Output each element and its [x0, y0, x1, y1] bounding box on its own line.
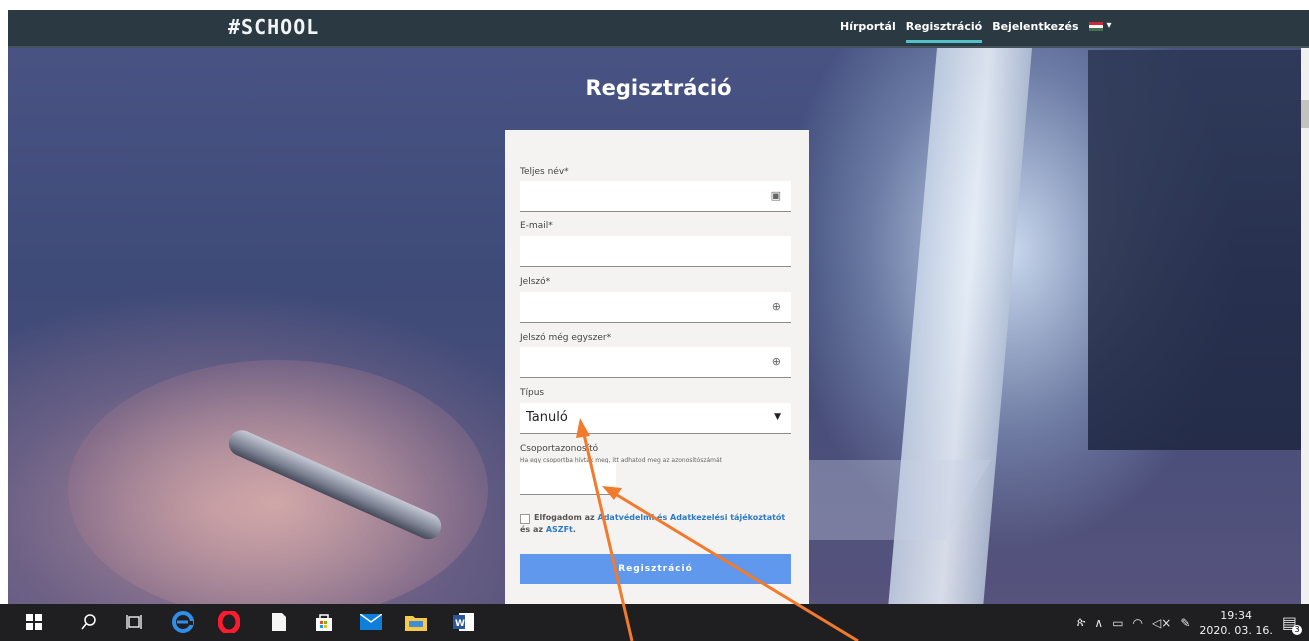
key-icon[interactable]: ⊕	[772, 300, 781, 313]
clock-time: 19:34	[1220, 608, 1252, 622]
password-label: Jelszó*	[520, 277, 551, 287]
pen-icon[interactable]: ✎	[1180, 616, 1190, 630]
task-view-icon[interactable]	[122, 610, 146, 634]
register-button[interactable]: Regisztráció	[520, 554, 791, 584]
background-monitor	[1088, 50, 1309, 450]
edge-icon[interactable]	[171, 610, 195, 634]
full-name-label: Teljes név*	[520, 167, 569, 177]
password-input[interactable]: ⊕	[520, 292, 791, 323]
type-label: Típus	[520, 388, 545, 398]
registration-form: Teljes név* ▣ E-mail* Jelszó* ⊕ Jelszó m…	[505, 130, 809, 604]
search-icon[interactable]	[77, 610, 101, 634]
system-tray: ጵ ∧ ▭ ◠ ◁× ✎ 19:34 2020. 03. 16. ▤ 3	[1077, 604, 1302, 641]
page-title: Regisztráció	[585, 76, 732, 100]
windows-start-icon[interactable]	[22, 610, 46, 634]
background-hand	[68, 360, 488, 604]
clock[interactable]: 19:34 2020. 03. 16.	[1199, 608, 1272, 638]
file-icon[interactable]	[267, 610, 291, 634]
nav-link-bejelentkezes[interactable]: Bejelentkezés	[992, 20, 1078, 43]
volume-muted-icon[interactable]: ◁×	[1152, 616, 1171, 630]
terms-suffix: .	[572, 525, 576, 534]
page-scrollbar[interactable]	[1301, 48, 1309, 604]
notification-count: 3	[1292, 625, 1302, 635]
group-id-input[interactable]	[520, 463, 616, 495]
chevron-up-icon[interactable]: ∧	[1094, 616, 1103, 630]
nav-link-hirportal[interactable]: Hírportál	[840, 20, 896, 43]
full-name-input[interactable]: ▣	[520, 181, 791, 212]
school-logo[interactable]: #SCHOOL	[228, 15, 319, 39]
terms-text: Elfogadom az Adatvédelmi és Adatkezelési…	[520, 512, 790, 536]
notification-icon[interactable]: ▤ 3	[1282, 613, 1302, 635]
svg-text:W: W	[455, 619, 465, 629]
browser-viewport: #SCHOOL Hírportál Regisztráció Bejelentk…	[8, 10, 1309, 604]
nav-links: Hírportál Regisztráció Bejelentkezés ▾	[840, 20, 1112, 43]
chevron-down-icon: ▼	[774, 412, 781, 422]
language-selector[interactable]: ▾	[1088, 20, 1112, 43]
email-label: E-mail*	[520, 221, 553, 231]
contact-card-icon: ▣	[770, 189, 781, 202]
top-navbar: #SCHOOL Hírportál Regisztráció Bejelentk…	[8, 10, 1309, 48]
nav-link-regisztracio[interactable]: Regisztráció	[905, 20, 983, 43]
chevron-down-icon: ▾	[1106, 20, 1112, 31]
clock-date: 2020. 03. 16.	[1199, 623, 1273, 637]
file-explorer-icon[interactable]	[404, 610, 428, 634]
type-select[interactable]: Tanuló ▼	[520, 403, 791, 434]
opera-icon[interactable]	[217, 610, 241, 634]
key-icon[interactable]: ⊕	[772, 355, 781, 368]
password-again-input[interactable]: ⊕	[520, 347, 791, 378]
group-id-label: Csoportazonosító	[520, 444, 599, 454]
hungarian-flag-icon	[1088, 22, 1103, 31]
word-icon[interactable]: W	[452, 610, 476, 634]
terms-prefix: Elfogadom az	[534, 513, 598, 522]
password-again-label: Jelszó még egyszer*	[520, 333, 612, 343]
email-input[interactable]	[520, 236, 791, 267]
wifi-icon[interactable]: ◠	[1133, 616, 1143, 630]
store-icon[interactable]	[312, 610, 336, 634]
mail-icon[interactable]	[359, 610, 383, 634]
privacy-policy-link[interactable]: Adatvédelmi és Adatkezelési tájékoztatót	[598, 513, 786, 522]
scrollbar-thumb[interactable]	[1301, 100, 1309, 128]
people-icon[interactable]: ጵ	[1077, 615, 1086, 630]
battery-icon[interactable]: ▭	[1112, 616, 1123, 630]
windows-taskbar: W ጵ ∧ ▭ ◠ ◁× ✎ 19:34 2020. 03. 16. ▤ 3	[0, 604, 1309, 641]
terms-middle: és az	[520, 525, 546, 534]
aszf-link[interactable]: ASZFt	[546, 525, 573, 534]
type-select-value: Tanuló	[526, 410, 568, 425]
